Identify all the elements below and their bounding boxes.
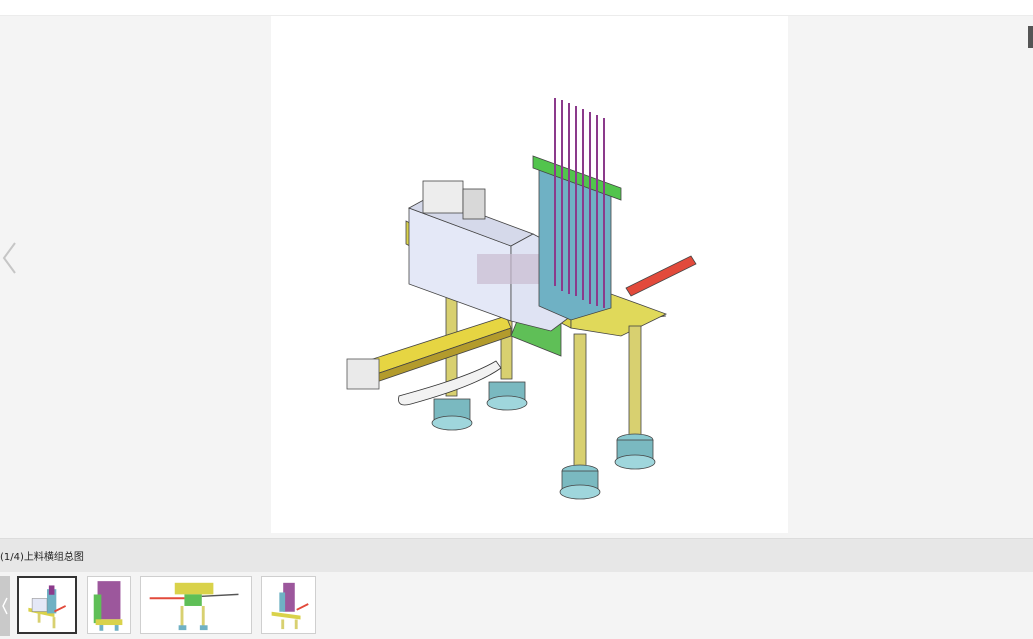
- thumbnail-1[interactable]: [17, 576, 77, 634]
- cad-front-view-thumbnail: [149, 582, 239, 631]
- cad-iso-view-thumbnail: [271, 582, 309, 630]
- chevron-left-icon: [2, 242, 16, 274]
- right-edge-marker: [1028, 26, 1033, 48]
- thumbnail-3[interactable]: [140, 576, 252, 634]
- prev-image-button[interactable]: [0, 238, 22, 278]
- top-bar: [0, 0, 1033, 16]
- main-image: [271, 16, 788, 533]
- image-caption: (1/4)上料横组总图: [0, 552, 84, 563]
- caption-bar: (1/4)上料横组总图: [0, 538, 1033, 573]
- thumbnail-2[interactable]: [87, 576, 131, 634]
- cad-assembly-thumbnail: [28, 585, 67, 629]
- thumbnail-strip: [0, 572, 1033, 639]
- cad-side-view-thumbnail: [93, 581, 123, 631]
- chevron-left-icon: [2, 597, 8, 615]
- thumbnail-prev-button[interactable]: [0, 576, 10, 636]
- image-viewer: [0, 16, 1033, 537]
- thumbnail-4[interactable]: [261, 576, 316, 634]
- cad-assembly-drawing: [346, 98, 697, 500]
